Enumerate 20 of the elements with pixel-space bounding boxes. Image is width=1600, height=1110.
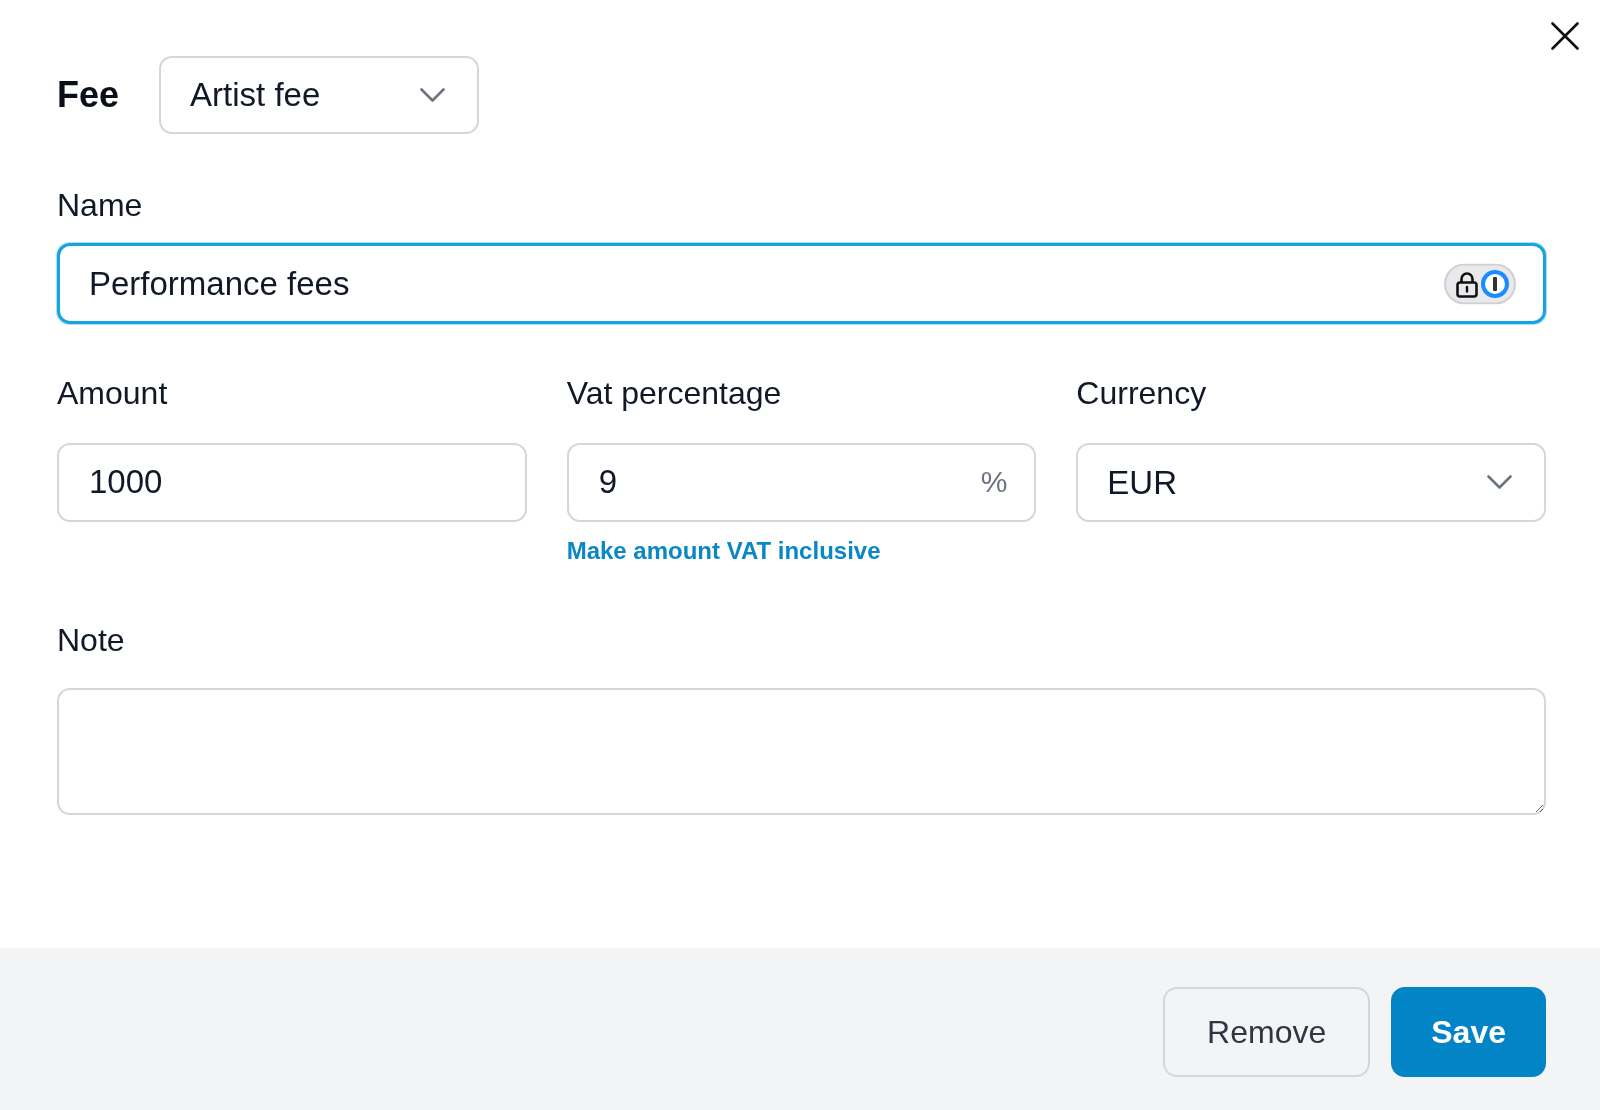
- field-label: Currency: [1076, 374, 1208, 413]
- currency-select[interactable]: EUR: [1076, 442, 1546, 522]
- field-label: Note: [57, 620, 126, 660]
- chevron-down-icon: [420, 88, 446, 102]
- name-field[interactable]: Performance fees: [57, 243, 1546, 325]
- close-button[interactable]: [1551, 22, 1579, 50]
- amount-field[interactable]: 1000: [57, 442, 527, 522]
- remove-button[interactable]: Remove: [1163, 987, 1371, 1077]
- field-label: Amount: [57, 374, 169, 413]
- field-label: Name: [57, 186, 144, 225]
- close-icon: [1551, 22, 1579, 50]
- unit-suffix: %: [980, 467, 1008, 498]
- vat-inclusive-link[interactable]: Make amount VAT inclusive: [566, 536, 881, 566]
- fee-title: Fee: [57, 73, 120, 117]
- field-label: Vat percentage: [566, 374, 783, 413]
- chevron-down-icon: [1487, 475, 1512, 490]
- note-field[interactable]: [57, 688, 1546, 816]
- save-button[interactable]: Save: [1391, 987, 1546, 1077]
- fee-type-select[interactable]: Artist fee: [159, 56, 480, 134]
- lock-toggle-icon[interactable]: [1444, 263, 1516, 305]
